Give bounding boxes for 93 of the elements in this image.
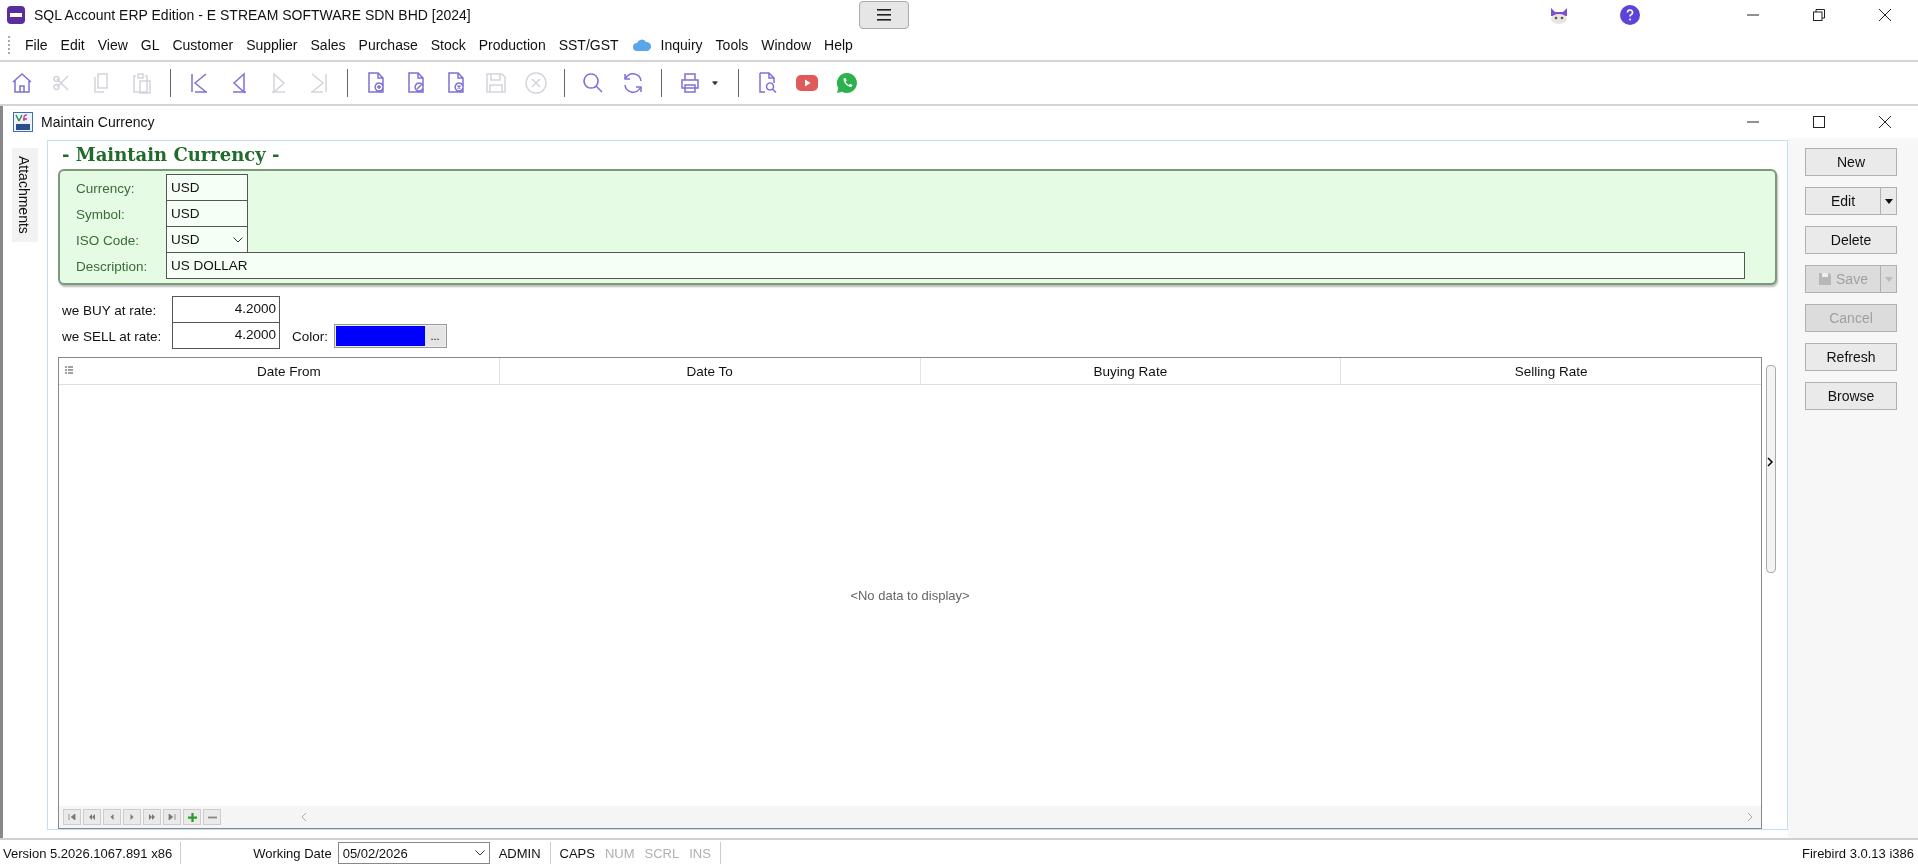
input-field[interactable]: USD [166,200,248,227]
scroll-right-icon[interactable] [1747,812,1753,822]
field-label: we BUY at rate: [62,302,158,318]
input-field[interactable]: US DOLLAR [166,252,1745,279]
menu-item[interactable]: Edit [60,37,85,53]
maximize-icon[interactable] [1813,116,1825,128]
last-nav-button[interactable] [163,809,181,825]
column-chooser-icon[interactable] [65,366,73,376]
input-field[interactable]: 4.2000 [172,322,280,349]
version-text: Version 5.2026.1067.891 x86 [3,845,174,861]
action-button[interactable]: New [1805,148,1897,176]
first-nav-button[interactable] [63,809,81,825]
attachments-tab[interactable]: Attachments [12,148,38,242]
chat-icon[interactable] [835,71,859,95]
column-header[interactable]: Date To [499,358,921,384]
action-button[interactable]: Browse [1805,382,1897,410]
next-nav-button[interactable] [123,809,141,825]
field-label: Description: [76,258,149,274]
help-icon[interactable] [1620,5,1640,25]
menu-item[interactable]: Purchase [358,37,418,53]
child-window-title: Maintain Currency [41,114,155,130]
cloud-icon[interactable] [631,38,652,52]
restore-icon[interactable] [1813,9,1825,21]
action-button[interactable]: Refresh [1805,343,1897,371]
prevpage-nav-button[interactable] [83,809,101,825]
menu-item[interactable]: Window [761,37,812,53]
dropdown-field[interactable]: USD [166,226,248,253]
first-arrow-icon [68,814,76,820]
menu-item[interactable]: Inquiry [660,37,703,53]
key-indicator: NUM [603,845,636,861]
menu-item[interactable]: Supplier [246,37,298,53]
caret-icon [1884,198,1893,204]
currency-icon [13,112,33,132]
home-icon[interactable] [10,71,34,95]
menu-button[interactable] [859,1,910,29]
chevron-down-icon [233,236,243,243]
column-header[interactable]: Date From [79,358,500,384]
key-indicator: CAPS [558,845,596,861]
menu-item[interactable]: Help [824,37,853,53]
field-label: ISO Code: [76,232,141,248]
input-field[interactable]: USD [166,174,248,201]
delete-row-button[interactable] [203,809,221,825]
prev-arrow-icon [108,814,116,820]
nextpage-nav-button[interactable] [143,809,161,825]
dropdown-arrow-button[interactable] [1881,187,1897,215]
menu-icon [877,9,892,21]
nextpage-arrow-icon [148,814,156,820]
key-indicator: SCRL [643,845,681,861]
field-label: Symbol: [76,206,126,222]
last-arrow-icon [168,814,176,820]
menu-item[interactable]: GL [140,37,160,53]
search-icon[interactable] [581,71,605,95]
key-indicator: INS [688,845,712,861]
input-field[interactable]: 4.2000 [172,296,280,323]
prev-nav-button[interactable] [103,809,121,825]
close-icon[interactable] [1879,9,1891,21]
window-title: SQL Account ERP Edition - E STREAM SOFTWARE SDN BHD [2024] [34,7,471,23]
form-heading: - Maintain Currency - [61,143,281,167]
color-swatch[interactable] [336,326,425,346]
date-field[interactable]: 05/02/2026 [337,842,490,864]
user-name: ADMIN [497,845,542,861]
menu-item[interactable]: Customer [172,37,234,53]
scroll-left-icon[interactable] [301,812,307,822]
action-button[interactable]: Edit [1805,187,1881,215]
save-icon [1818,272,1833,286]
column-header[interactable]: Buying Rate [920,358,1342,384]
action-button[interactable]: Delete [1805,226,1897,254]
menu-item[interactable]: Stock [430,37,466,53]
menu-item[interactable]: SST/GST [558,37,619,53]
menu-item[interactable]: File [25,37,48,53]
scrollbar-thumb[interactable] [1766,365,1776,573]
add-row-button[interactable] [183,809,201,825]
close-icon[interactable] [1879,116,1891,128]
working-date-label: Working Date [253,845,332,861]
column-header[interactable]: Selling Rate [1341,358,1761,384]
chevron-down-icon [474,850,485,856]
menu-item[interactable]: Tools [715,37,749,53]
next-arrow-icon [128,814,136,820]
menu-item[interactable]: View [97,37,128,53]
field-label: we SELL at rate: [62,328,163,344]
prevpage-arrow-icon [88,814,96,820]
database-version: Firebird 3.0.13 i386 [1802,845,1915,861]
empty-message: <No data to display> [850,588,970,603]
color-picker-button[interactable]: ... [425,326,445,346]
menu-item[interactable]: Production [478,37,546,53]
field-label: Color: [292,328,328,344]
menu-item[interactable]: Sales [310,37,346,53]
plus-icon [187,812,197,822]
app-logo-icon [6,5,26,25]
field-label: Currency: [76,180,136,196]
refresh-icon[interactable] [621,71,645,95]
printer-icon[interactable] [678,71,702,95]
caret-icon [1884,276,1893,282]
